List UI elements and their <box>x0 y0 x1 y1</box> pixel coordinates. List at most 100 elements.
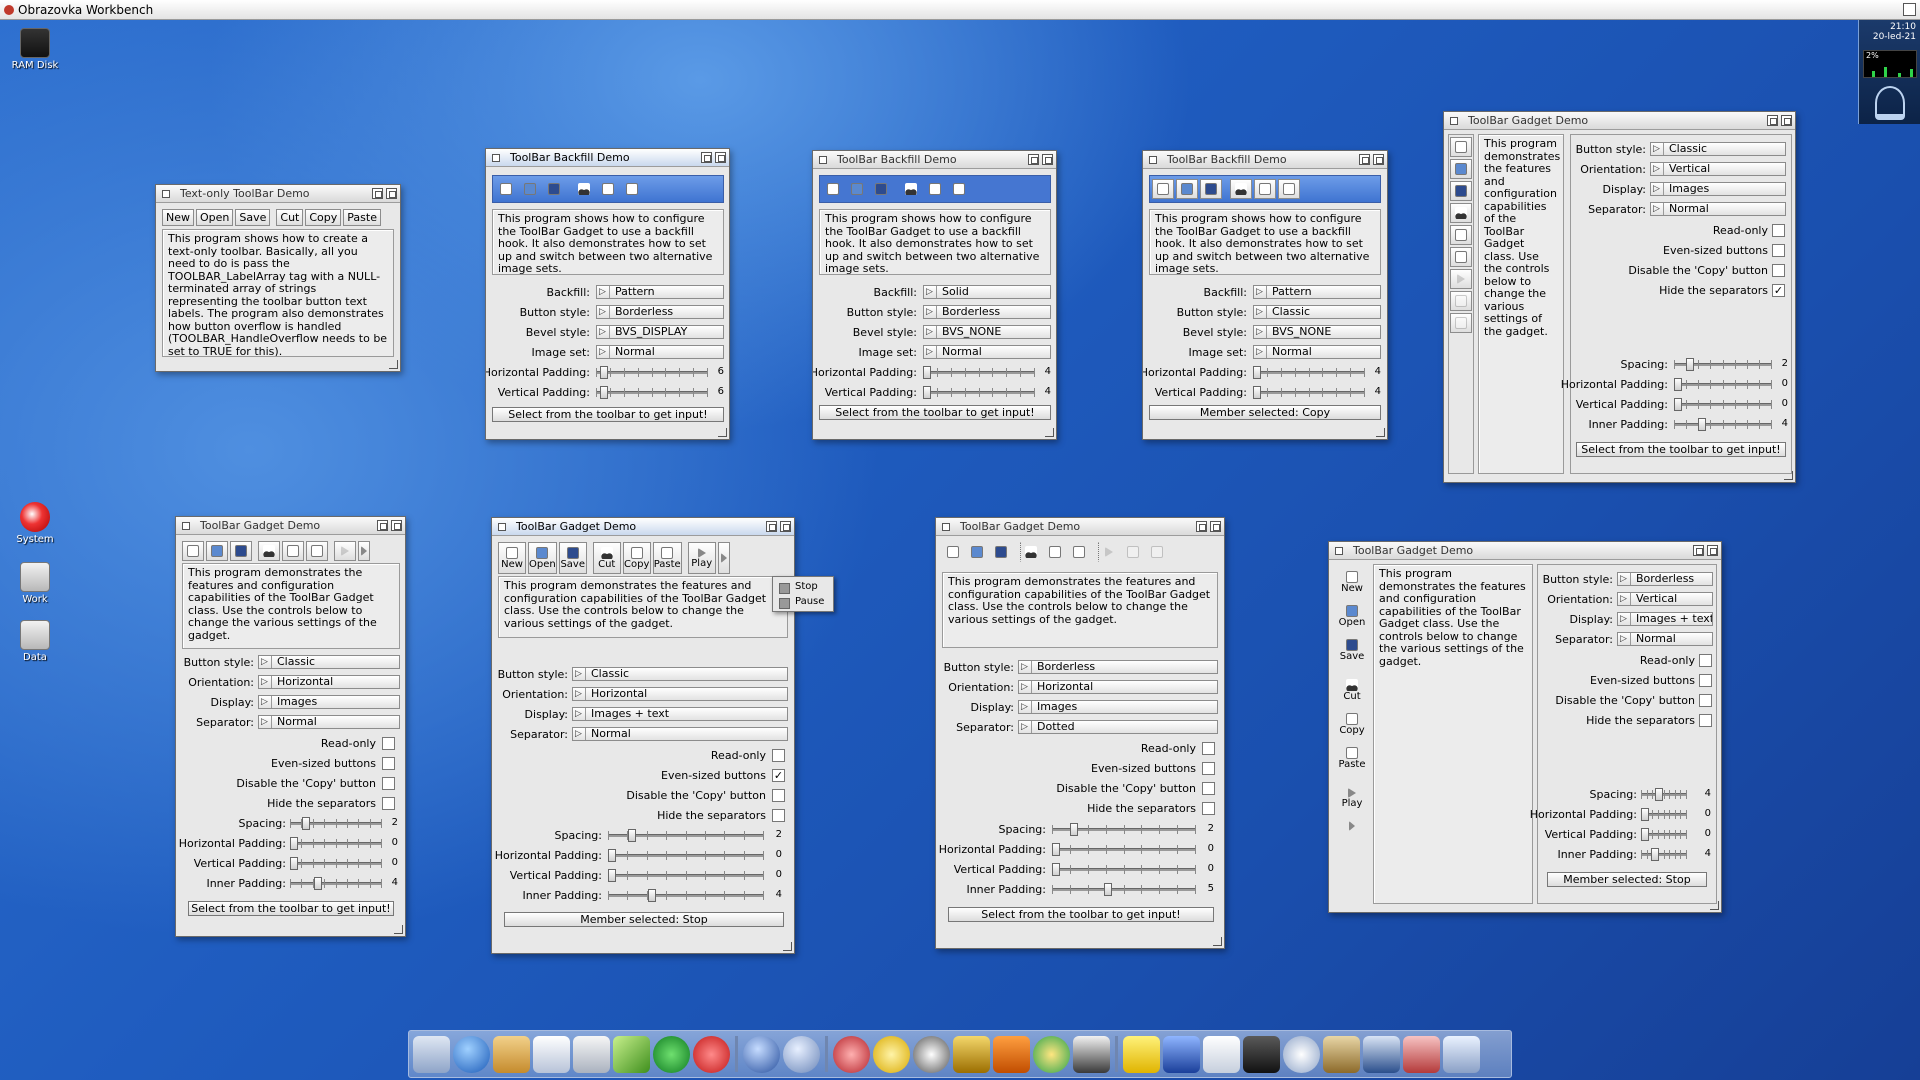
toolbar-copy-button[interactable]: Copy <box>1338 708 1366 740</box>
even-sized-checkbox[interactable] <box>1772 244 1785 257</box>
window-title-bar[interactable]: ToolBar Gadget Demo <box>1329 542 1721 560</box>
close-icon[interactable] <box>1450 117 1458 125</box>
read-only-checkbox[interactable] <box>1772 224 1785 237</box>
window-title-bar[interactable]: ToolBar Gadget Demo <box>936 518 1224 536</box>
display-cycle[interactable]: Images + text <box>1617 612 1713 626</box>
button-style-cycle[interactable]: Classic <box>1253 305 1381 319</box>
zoom-icon[interactable] <box>766 521 777 532</box>
spacing-slider[interactable] <box>290 817 382 830</box>
spacing-slider[interactable] <box>608 829 764 842</box>
dock-notes-icon[interactable] <box>1123 1035 1160 1073</box>
toolbar-stop-button[interactable] <box>1122 542 1144 562</box>
slider-knob[interactable] <box>648 889 656 902</box>
slider-knob[interactable] <box>1253 366 1261 379</box>
toolbar-save-button[interactable] <box>1450 181 1472 201</box>
window-text-only-demo[interactable]: Text-only ToolBar Demo New Open Save Cut… <box>155 184 401 372</box>
orientation-cycle[interactable]: Horizontal <box>1018 680 1218 694</box>
toolbar-new-button[interactable] <box>1450 137 1472 157</box>
status-button[interactable]: Select from the toolbar to get input! <box>1576 442 1786 457</box>
toolbar-paste-button[interactable]: Paste <box>652 542 682 574</box>
slider-knob[interactable] <box>1104 883 1112 896</box>
toolbar-copy-button[interactable] <box>1254 179 1276 199</box>
separator-cycle[interactable]: Normal <box>1650 202 1786 216</box>
vpad-slider[interactable] <box>1253 386 1365 399</box>
image-set-cycle[interactable]: Normal <box>596 345 724 359</box>
window-title-bar[interactable]: ToolBar Gadget Demo <box>1444 112 1795 130</box>
close-icon[interactable] <box>182 522 190 530</box>
resize-handle[interactable] <box>1376 428 1385 437</box>
depth-icon[interactable] <box>1210 521 1221 532</box>
toolbar-open-button[interactable] <box>1450 159 1472 179</box>
zoom-icon[interactable] <box>377 520 388 531</box>
dock-calculator-icon[interactable] <box>573 1035 610 1073</box>
toolbar-paste-button[interactable]: Paste <box>1338 742 1367 774</box>
read-only-checkbox[interactable] <box>1699 654 1712 667</box>
button-style-cycle[interactable]: Classic <box>1650 142 1786 156</box>
toolbar-open-button[interactable]: Open <box>528 542 557 574</box>
toolbar-open-button[interactable] <box>206 541 228 561</box>
dock-download-icon[interactable] <box>653 1035 690 1073</box>
toolbar-paste-button[interactable]: Paste <box>343 209 381 226</box>
resize-handle[interactable] <box>783 942 792 951</box>
window-backfill-demo-3[interactable]: ToolBar Backfill Demo This program shows… <box>1142 150 1388 440</box>
disable-copy-checkbox[interactable] <box>382 777 395 790</box>
toolbar-copy-button[interactable]: Copy <box>622 542 651 574</box>
toolbar-cut-button[interactable]: Cut <box>592 542 621 574</box>
toolbar-open-button[interactable] <box>519 179 541 199</box>
slider-knob[interactable] <box>608 869 616 882</box>
zoom-icon[interactable] <box>372 188 383 199</box>
bevel-style-cycle[interactable]: BVS_NONE <box>923 325 1051 339</box>
zoom-icon[interactable] <box>1196 521 1207 532</box>
slider-knob[interactable] <box>290 837 298 850</box>
resize-handle[interactable] <box>394 925 403 934</box>
slider-knob[interactable] <box>1070 823 1078 836</box>
disable-copy-checkbox[interactable] <box>1202 782 1215 795</box>
slider-knob[interactable] <box>1674 398 1682 411</box>
toolbar-stop-button[interactable] <box>1450 291 1472 311</box>
read-only-checkbox[interactable] <box>772 749 785 762</box>
toolbar-overflow-button[interactable] <box>358 541 370 561</box>
toolbar-save-button[interactable] <box>990 542 1012 562</box>
zoom-icon[interactable] <box>1767 115 1778 126</box>
window-title-bar[interactable]: ToolBar Gadget Demo <box>492 518 794 536</box>
slider-knob[interactable] <box>1686 358 1694 371</box>
slider-knob[interactable] <box>1651 848 1659 861</box>
vpad-slider[interactable] <box>1641 828 1687 841</box>
slider-knob[interactable] <box>1641 828 1649 841</box>
depth-icon[interactable] <box>1042 154 1053 165</box>
status-button[interactable]: Select from the toolbar to get input! <box>188 901 394 916</box>
toolbar-paste-button[interactable] <box>306 541 328 561</box>
close-icon[interactable] <box>162 190 170 198</box>
dock-files-icon[interactable] <box>493 1035 530 1073</box>
toolbar-save-button[interactable]: Save <box>235 209 271 226</box>
depth-icon[interactable] <box>780 521 791 532</box>
resize-handle[interactable] <box>389 360 398 369</box>
vpad-slider[interactable] <box>596 386 708 399</box>
toolbar-cut-button[interactable] <box>1230 179 1252 199</box>
slider-knob[interactable] <box>1052 843 1060 856</box>
menu-item-pause[interactable]: Pause <box>773 594 833 609</box>
dock-shutdown-icon[interactable] <box>693 1035 730 1073</box>
toolbar-new-button[interactable]: New <box>498 542 526 574</box>
even-sized-checkbox[interactable] <box>382 757 395 770</box>
close-icon[interactable] <box>1149 156 1157 164</box>
hide-separators-checkbox[interactable] <box>1699 714 1712 727</box>
window-backfill-demo-1[interactable]: ToolBar Backfill Demo This program shows… <box>485 148 730 440</box>
disable-copy-checkbox[interactable] <box>1772 264 1785 277</box>
vpad-slider[interactable] <box>923 386 1035 399</box>
toolbar-paste-button[interactable] <box>948 179 970 199</box>
depth-icon[interactable] <box>715 152 726 163</box>
even-sized-checkbox[interactable] <box>1202 762 1215 775</box>
resize-handle[interactable] <box>1045 428 1054 437</box>
window-title-bar[interactable]: ToolBar Backfill Demo <box>1143 151 1387 169</box>
close-icon[interactable] <box>819 156 827 164</box>
toolbar-paste-button[interactable] <box>1450 247 1472 267</box>
disable-copy-checkbox[interactable] <box>772 789 785 802</box>
toolbar-pause-button[interactable] <box>1146 542 1168 562</box>
status-button[interactable]: Select from the toolbar to get input! <box>948 907 1214 922</box>
desktop-icon-ram-disk[interactable]: RAM Disk <box>0 28 70 71</box>
toolbar-save-button[interactable]: Save <box>1338 634 1366 666</box>
vpad-slider[interactable] <box>1674 398 1772 411</box>
toolbar-play-button[interactable]: Play <box>1338 782 1366 814</box>
status-button[interactable]: Member selected: Stop <box>1547 872 1707 887</box>
